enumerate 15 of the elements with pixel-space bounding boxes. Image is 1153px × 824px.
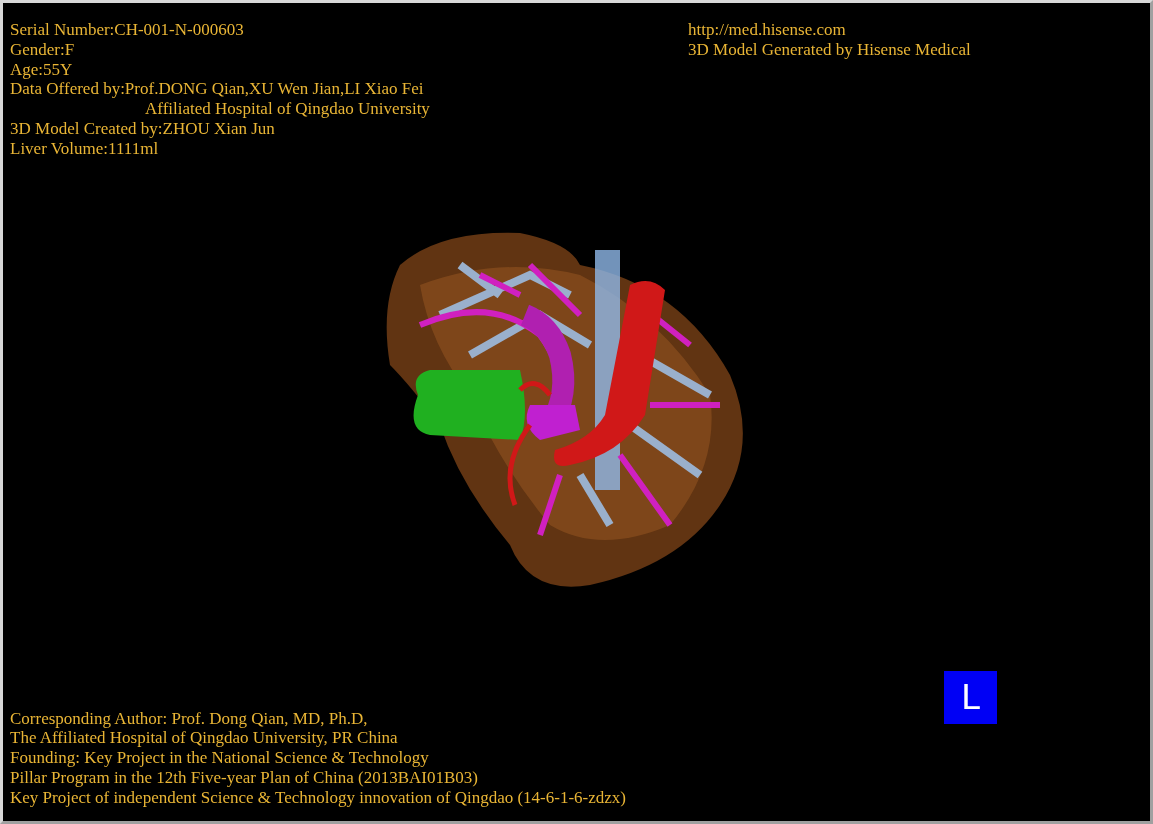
info-line: Data Offered by:Prof.DONG Qian,XU Wen Jian,LI Xiao Fei [10, 79, 425, 100]
info-line: 3D Model Created by:ZHOU Xian Jun [10, 119, 276, 139]
info-line: Affiliated Hospital of Qingdao University [144, 99, 430, 119]
credit-line: The Affiliated Hospital of Qingdao University, PR China [10, 728, 399, 749]
credit-line: Key Project of independent Science & Technology innovation of Qingdao (14-6-1-6-zdzx) [10, 787, 626, 808]
site-text: 3D Model Generated by Hisense Medical [688, 39, 972, 60]
info-line: Gender:F [10, 39, 76, 60]
orientation-marker: L [944, 670, 997, 724]
info-line: Age:55Y [10, 59, 74, 80]
credit-line: Founding: Key Project in the National Science & Technology [10, 748, 430, 768]
site-text: http://med.hisense.com [688, 20, 847, 40]
info-line: Liver Volume:1111ml [10, 138, 160, 159]
credit-line: Pillar Program in the 12th Five-year Plan of China (2013BAI01B03) [10, 767, 479, 788]
info-line: Serial Number:CH-001-N-000603 [10, 20, 245, 40]
credit-line: Corresponding Author: Prof. Dong Qian, MD, Ph.D, [10, 708, 369, 729]
